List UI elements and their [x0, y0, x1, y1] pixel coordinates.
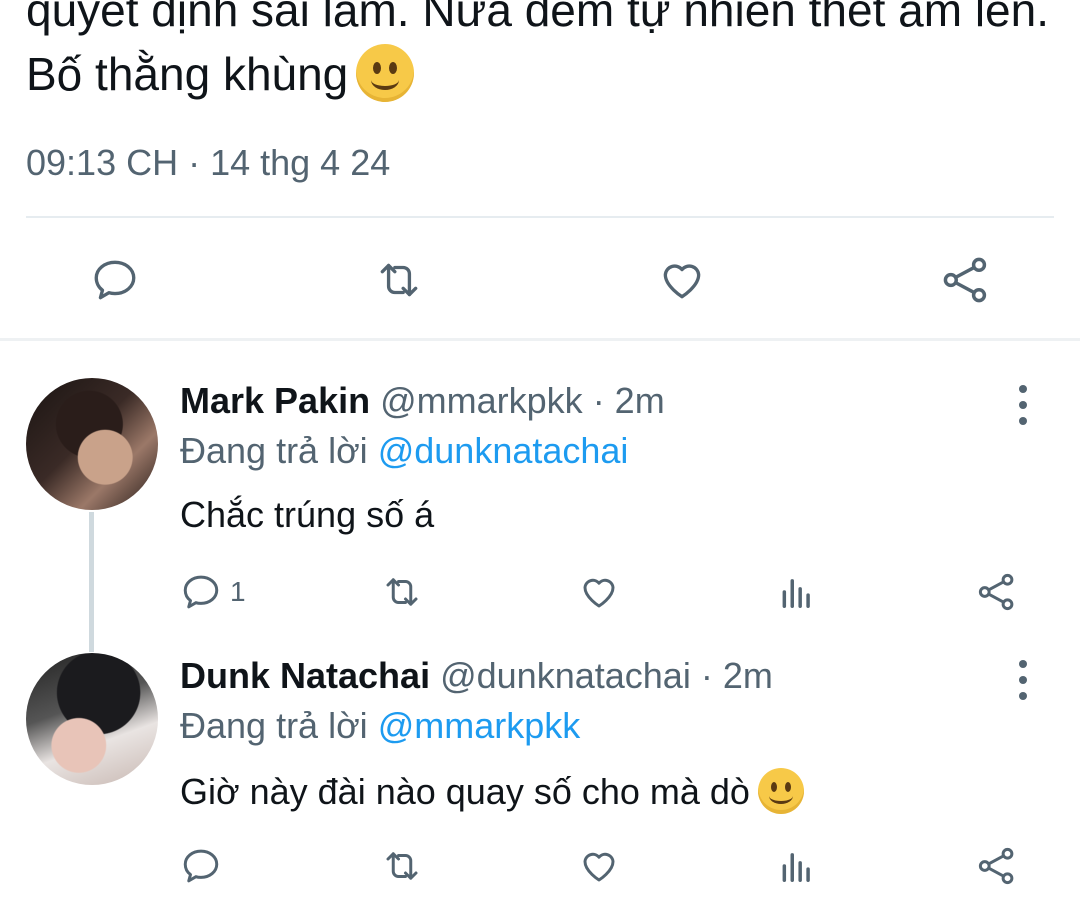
smiling-face-emoji [356, 44, 415, 102]
share-icon [978, 847, 1014, 885]
handle[interactable]: @mmarkpkk [380, 380, 583, 421]
retweet-button[interactable] [380, 562, 424, 622]
reply-icon [183, 575, 219, 609]
share-button[interactable] [940, 250, 992, 310]
divider [26, 216, 1054, 218]
heart-icon [583, 578, 615, 608]
like-button[interactable] [578, 836, 620, 896]
avatar[interactable] [26, 653, 158, 785]
display-name[interactable]: Dunk Natachai [180, 655, 430, 696]
reply-header: Dunk Natachai @dunknatachai · 2m [180, 655, 773, 697]
share-button[interactable] [976, 836, 1018, 896]
like-button[interactable] [656, 250, 708, 310]
reply-button[interactable] [90, 250, 140, 310]
views-button[interactable] [778, 836, 816, 896]
replying-to-label: Đang trả lời [180, 705, 368, 746]
smiling-face-emoji [757, 768, 804, 814]
like-button[interactable] [578, 562, 620, 622]
tweet-text-content: quyết định sai lầm. Nửa đêm tự nhiên thé… [26, 0, 1050, 100]
more-options-button[interactable] [1008, 385, 1038, 425]
reply-text: Giờ này đài nào quay số cho mà dò [180, 768, 804, 814]
heart-icon [663, 264, 701, 299]
avatar[interactable] [26, 378, 158, 510]
tweet-timestamp[interactable]: 09:13 CH · 14 thg 4 24 [26, 142, 390, 184]
retweet-icon [380, 263, 418, 297]
replying-to: Đang trả lời @mmarkpkk [180, 705, 580, 747]
reply-header: Mark Pakin @mmarkpkk · 2m [180, 380, 665, 422]
reply-button[interactable] [180, 836, 230, 896]
replying-to: Đang trả lời @dunknatachai [180, 430, 628, 472]
retweet-icon [386, 852, 418, 880]
reply-text: Chắc trúng số á [180, 494, 435, 535]
share-icon [978, 573, 1014, 611]
reply-icon [183, 849, 219, 883]
reply-count: 1 [230, 576, 246, 607]
display-name[interactable]: Mark Pakin [180, 380, 370, 421]
replying-to-label: Đang trả lời [180, 430, 368, 471]
share-icon [943, 257, 987, 303]
tweet-action-bar [0, 250, 1080, 310]
reply-action-bar [0, 836, 1080, 896]
reply-time: · 2m [592, 380, 665, 421]
retweet-icon [386, 578, 418, 606]
views-icon [782, 853, 810, 882]
heart-icon [583, 852, 615, 882]
reply-button[interactable]: 1 [180, 562, 246, 622]
views-button[interactable] [778, 562, 816, 622]
tweet-text: quyết định sai lầm. Nửa đêm tự nhiên thé… [26, 0, 1066, 106]
reply-icon [94, 260, 136, 300]
more-options-button[interactable] [1008, 660, 1038, 700]
retweet-button[interactable] [372, 250, 426, 310]
mention-link[interactable]: @dunknatachai [378, 430, 629, 471]
reply-time: · 2m [700, 655, 773, 696]
handle[interactable]: @dunknatachai [440, 655, 691, 696]
reply-text-content: Giờ này đài nào quay số cho mà dò [180, 771, 750, 812]
share-button[interactable] [976, 562, 1018, 622]
retweet-button[interactable] [380, 836, 424, 896]
views-icon [782, 579, 810, 608]
section-divider [0, 338, 1080, 341]
mention-link[interactable]: @mmarkpkk [378, 705, 581, 746]
reply-action-bar: 1 [0, 562, 1080, 622]
